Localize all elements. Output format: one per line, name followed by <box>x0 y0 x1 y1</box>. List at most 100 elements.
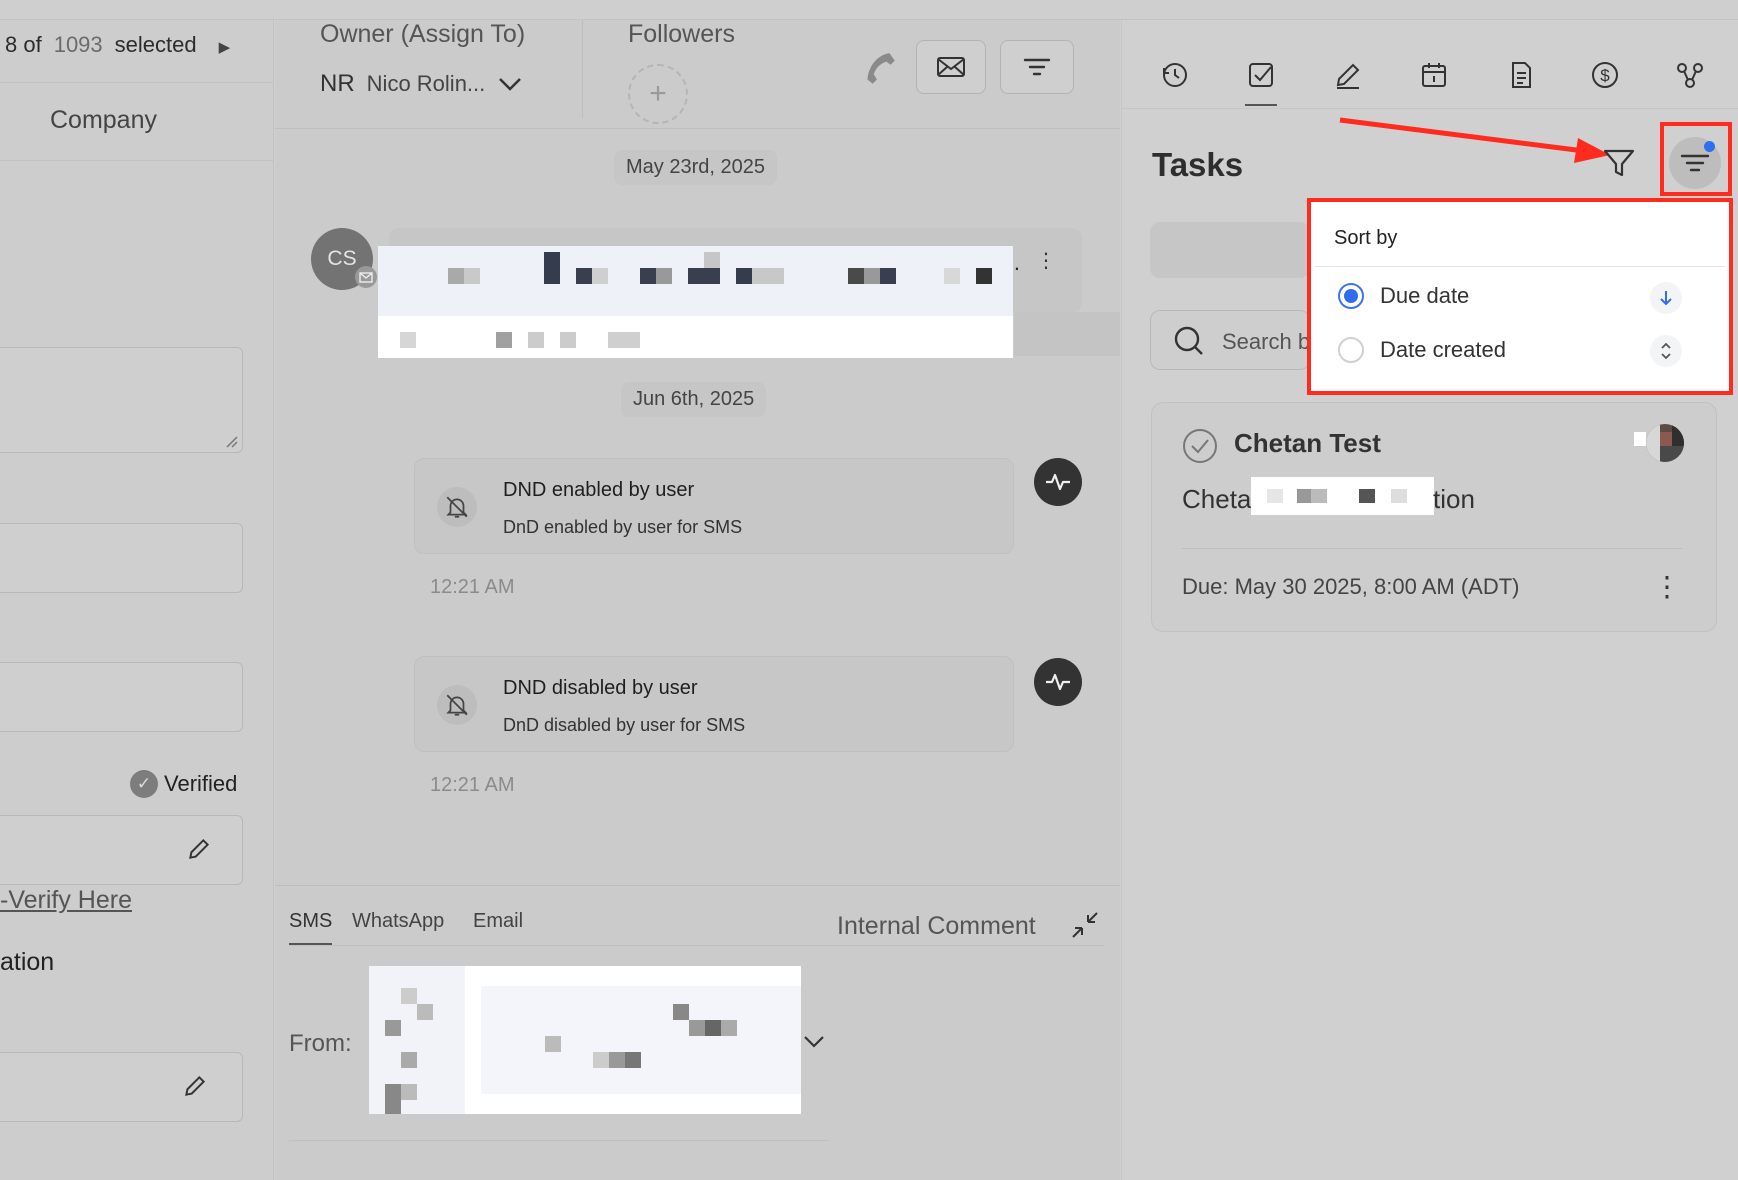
from-label: From: <box>289 1030 352 1057</box>
document-icon[interactable] <box>1501 55 1541 95</box>
assignee-avatar <box>1646 424 1684 462</box>
phone-call-button[interactable] <box>858 48 900 100</box>
tab-sms[interactable]: SMS <box>289 910 333 945</box>
search-icon <box>1174 326 1203 355</box>
task-check-icon[interactable] <box>1241 55 1281 95</box>
check-circle-icon: ✓ <box>130 770 158 798</box>
avatar-initials: CS <box>327 247 357 270</box>
divider <box>289 1140 829 1141</box>
next-record-icon[interactable]: ▶ <box>219 39 231 56</box>
followers-label: Followers <box>628 20 735 48</box>
text-field[interactable] <box>0 523 243 593</box>
from-chevron-down-icon[interactable] <box>803 1035 825 1054</box>
arrow-down-icon[interactable] <box>1650 282 1682 314</box>
section-label: ation <box>0 948 55 976</box>
filter-conversation-button[interactable] <box>1000 40 1074 94</box>
sort-option-date-created[interactable]: Date created <box>1338 337 1506 363</box>
message-menu-icon[interactable]: ⋮ <box>1036 248 1056 273</box>
contact-avatar: CS <box>311 228 377 290</box>
plus-icon: + <box>649 77 667 110</box>
event-title: DND disabled by user <box>503 677 698 699</box>
message-shadow <box>1014 312 1120 356</box>
edit-pencil-icon[interactable] <box>182 1073 208 1105</box>
task-description-start: Cheta <box>1182 484 1252 514</box>
divider <box>0 82 274 83</box>
date-separator: May 23rd, 2025 <box>614 150 777 185</box>
resize-handle-icon[interactable] <box>224 434 238 448</box>
tasks-title: Tasks <box>1152 146 1244 183</box>
mail-badge-icon <box>355 266 377 288</box>
chevron-up-down-icon[interactable] <box>1650 335 1682 367</box>
divider <box>275 885 1120 886</box>
search-placeholder: Search b <box>1222 329 1311 354</box>
tab-whatsapp[interactable]: WhatsApp <box>352 910 444 933</box>
task-title: Chetan Test <box>1234 428 1381 458</box>
divider <box>289 945 1104 946</box>
from-number-redacted[interactable] <box>369 966 801 1114</box>
divider <box>582 20 583 118</box>
chevron-down-icon <box>499 78 522 91</box>
email-button[interactable] <box>916 40 986 94</box>
filter-icon[interactable] <box>1602 146 1636 185</box>
dnd-event-card: DND disabled by user DnD disabled by use… <box>414 656 1014 752</box>
dnd-event-card: DND enabled by user DnD enabled by user … <box>414 458 1014 554</box>
redacted-message-content <box>378 246 1013 358</box>
internal-comment-toggle[interactable]: Internal Comment <box>837 912 1036 941</box>
edit-pencil-icon[interactable] <box>186 836 212 868</box>
dollar-icon[interactable]: $ <box>1585 55 1625 95</box>
date-separator: Jun 6th, 2025 <box>621 382 767 417</box>
svg-text:$: $ <box>1600 66 1610 85</box>
email-field[interactable] <box>0 815 243 885</box>
workflow-icon[interactable] <box>1670 55 1710 95</box>
pen-icon[interactable] <box>1328 55 1368 95</box>
bell-off-icon <box>437 487 477 527</box>
bell-off-icon <box>437 685 477 725</box>
annotation-arrow <box>1339 117 1610 163</box>
activity-icon <box>1034 458 1082 506</box>
sort-option-due-date[interactable]: Due date <box>1338 283 1469 309</box>
text-field[interactable] <box>0 662 243 732</box>
event-subtitle: DnD disabled by user for SMS <box>503 715 746 735</box>
owner-select[interactable]: NR Nico Rolin... <box>320 70 523 98</box>
tab-email[interactable]: Email <box>473 910 523 933</box>
divider <box>1315 266 1725 267</box>
phone-icon <box>867 53 895 84</box>
contact-details-panel <box>0 20 274 1180</box>
task-filter-bar[interactable] <box>1150 222 1310 278</box>
text-field[interactable] <box>0 1052 243 1122</box>
radio-selected[interactable] <box>1338 283 1364 309</box>
top-bar <box>0 0 1738 20</box>
owner-initials: NR <box>320 70 355 97</box>
radio-unselected[interactable] <box>1338 337 1364 363</box>
company-section-title: Company <box>50 106 157 134</box>
task-description-end: tion <box>1433 484 1475 514</box>
divider <box>275 128 1120 129</box>
add-follower-button[interactable]: + <box>628 64 688 124</box>
sort-option-label: Date created <box>1380 337 1506 362</box>
owner-name: Nico Rolin... <box>366 71 486 96</box>
sort-dropdown-heading: Sort by <box>1334 227 1398 249</box>
sort-option-label: Due date <box>1380 283 1470 308</box>
verified-label: Verified <box>164 771 238 796</box>
task-complete-checkbox[interactable] <box>1182 428 1218 469</box>
active-sort-indicator <box>1704 141 1715 152</box>
avatar-fragment <box>1634 432 1646 446</box>
selection-total: 1093 <box>53 32 103 57</box>
verify-link[interactable]: -Verify Here <box>0 886 132 915</box>
sort-lines-icon <box>1023 58 1051 76</box>
task-menu-icon[interactable]: ⋮ <box>1653 570 1681 603</box>
event-subtitle: DnD enabled by user for SMS <box>503 517 743 537</box>
clock-icon[interactable] <box>1155 55 1195 95</box>
event-title: DND enabled by user <box>503 479 695 501</box>
task-due-date: Due: May 30 2025, 8:00 AM (ADT) <box>1182 574 1520 599</box>
check-circle-icon <box>1183 429 1217 463</box>
calendar-icon[interactable] <box>1414 55 1454 95</box>
owner-label: Owner (Assign To) <box>320 20 526 48</box>
divider <box>1182 548 1682 549</box>
collapse-icon[interactable] <box>1070 910 1100 945</box>
selection-counter: 8 of 1093 selected ▶ <box>5 32 230 58</box>
verified-badge: ✓ Verified <box>130 770 237 798</box>
envelope-icon <box>937 57 965 77</box>
event-time: 12:21 AM <box>430 774 515 796</box>
textarea-field[interactable] <box>0 347 243 453</box>
